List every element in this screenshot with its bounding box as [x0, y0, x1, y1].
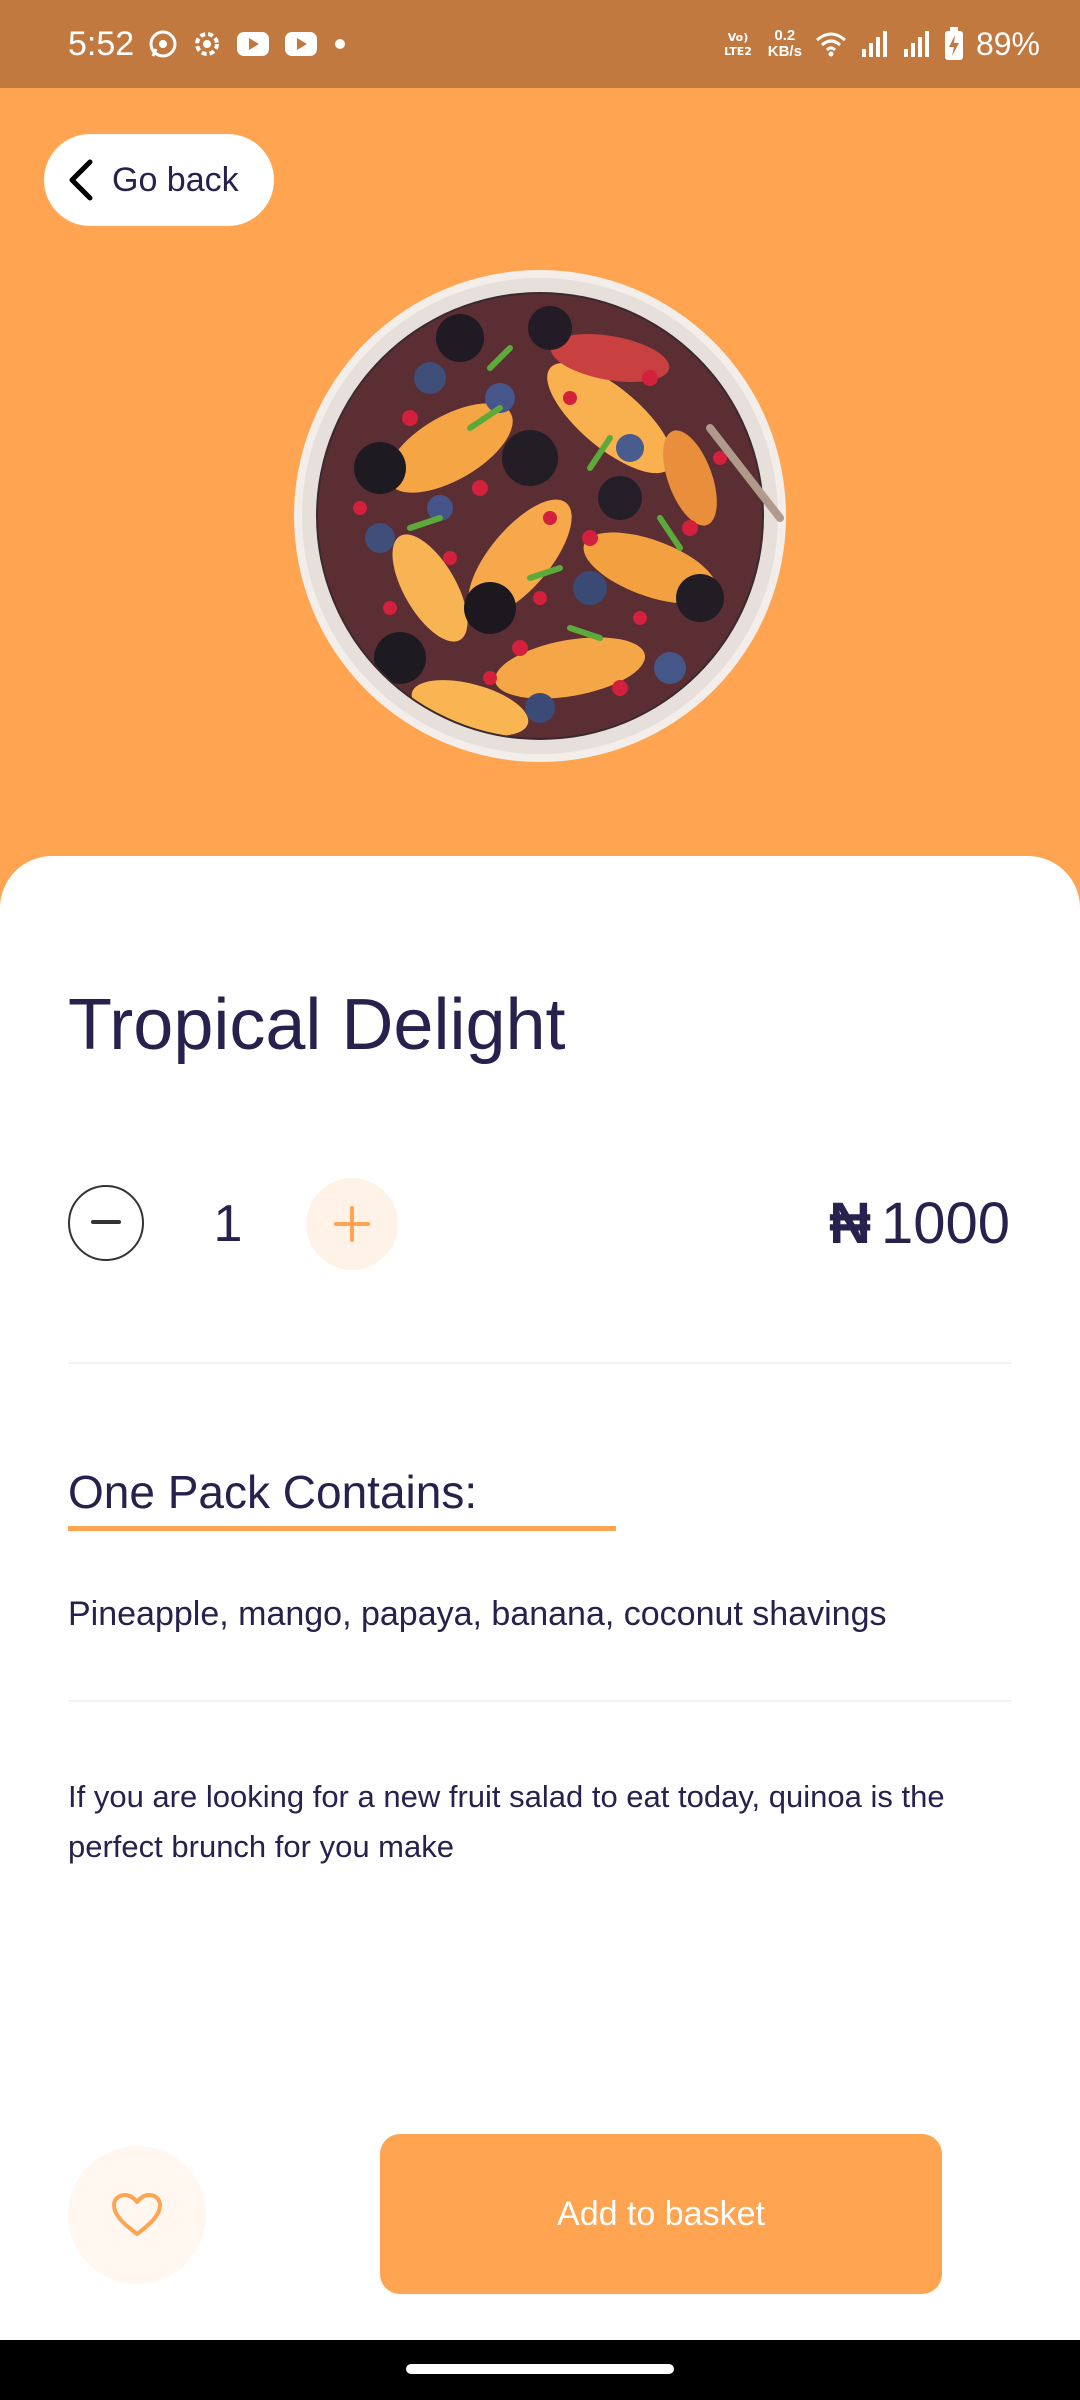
svg-text:Vo): Vo) — [728, 31, 749, 44]
product-description: If you are looking for a new fruit salad… — [68, 1779, 945, 1864]
settings-icon — [195, 32, 219, 56]
notification-icons — [148, 26, 348, 62]
fruit-salad-image — [294, 270, 786, 762]
quantity-value: 1 — [213, 1195, 243, 1253]
dot-icon — [335, 39, 345, 49]
go-back-button[interactable]: Go back — [44, 134, 274, 226]
heading-underline — [68, 1526, 616, 1531]
status-bar: 5:52 Vo) LTE2 0.2 KB/s 89% — [0, 0, 1080, 88]
network-speed-unit: KB/s — [767, 43, 802, 60]
add-to-basket-button[interactable]: Add to basket — [380, 2134, 942, 2294]
home-indicator[interactable] — [406, 2364, 674, 2374]
youtube-icon — [285, 32, 317, 56]
svg-text:LTE2: LTE2 — [724, 45, 752, 58]
divider — [68, 1362, 1012, 1364]
battery-percentage: 89% — [975, 25, 1040, 62]
system-navigation-bar — [0, 2340, 1080, 2400]
plus-icon — [334, 1206, 370, 1242]
product-title: Tropical Delight — [68, 985, 566, 1065]
network-speed: 0.2 KB/s — [768, 28, 802, 60]
price-amount: 1000 — [880, 1191, 1010, 1256]
pack-contents-heading: One Pack Contains: — [68, 1466, 478, 1518]
currency-symbol: ₦ — [829, 1191, 871, 1256]
youtube-icon — [237, 32, 269, 56]
system-icons: Vo) LTE2 0.2 KB/s 89% — [720, 22, 1040, 66]
signal-icon — [861, 31, 887, 57]
divider — [68, 1700, 1012, 1702]
decrease-quantity-button[interactable] — [68, 1185, 144, 1261]
pack-contents-list: Pineapple, mango, papaya, banana, coconu… — [68, 1595, 887, 1633]
wifi-icon — [815, 32, 846, 57]
heart-icon — [112, 2193, 162, 2236]
favorite-button[interactable] — [68, 2146, 206, 2284]
product-price: ₦ 1000 — [829, 1190, 1010, 1258]
battery-charging-icon — [944, 27, 963, 60]
whatsapp-icon — [149, 30, 177, 58]
minus-icon — [91, 1220, 121, 1224]
go-back-label: Go back — [112, 160, 239, 199]
signal-icon — [903, 31, 929, 57]
network-speed-value: 0.2 — [774, 27, 796, 44]
status-time: 5:52 — [68, 25, 135, 63]
chevron-left-icon — [58, 150, 104, 210]
increase-quantity-button[interactable] — [306, 1178, 398, 1270]
volte-icon: Vo) LTE2 — [724, 31, 752, 58]
